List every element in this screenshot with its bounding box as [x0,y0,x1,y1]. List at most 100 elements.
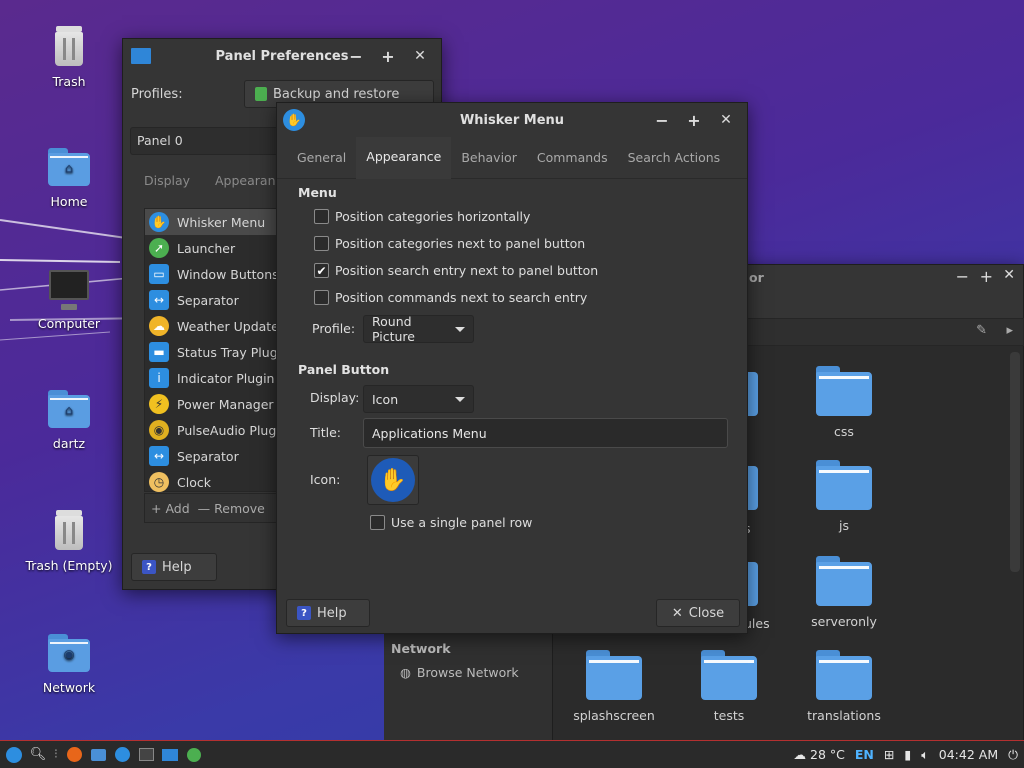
chevron-right-icon[interactable]: ▸ [1006,323,1013,338]
checkbox-checked[interactable]: ✔ [314,263,329,278]
tab-appearance[interactable]: Appearance [356,136,452,179]
tab-commands[interactable]: Commands [527,137,618,179]
tab-behavior[interactable]: Behavior [451,137,527,179]
desktop-network[interactable]: ◉ Network [9,632,129,695]
computer-icon [47,270,91,310]
checkbox-label: Position categories horizontally [335,209,531,224]
folder-icon [748,562,758,606]
desktop-trash[interactable]: Trash [9,24,129,89]
backup-icon [255,87,267,101]
display-select[interactable]: Icon [363,385,474,413]
close-button[interactable]: ✕ [1003,267,1015,283]
list-item[interactable]: ▬ Status Tray Plugin [145,339,293,365]
whisker-icon: ✋ [149,212,169,232]
maximize-button[interactable]: + [980,267,993,286]
desktop-home[interactable]: ⌂ Home [9,146,129,209]
folder-js[interactable]: js [789,460,899,533]
scrollbar[interactable] [1010,352,1020,572]
list-item[interactable]: ✋ Whisker Menu [145,209,293,235]
title-input[interactable] [363,418,728,448]
desktop-trash-empty[interactable]: Trash (Empty) [9,508,129,573]
profiles-label: Profiles: [131,87,183,102]
option-search-next-to-button[interactable]: ✔ Position search entry next to panel bu… [314,263,598,278]
folder-translations[interactable]: translations [789,650,899,723]
add-button[interactable]: + Add [151,501,190,516]
maximize-button[interactable]: + [373,43,403,69]
icon-picker-button[interactable]: ✋ [367,455,419,505]
list-item[interactable]: ◉ PulseAudio Plugin [145,417,293,443]
list-item[interactable]: ↔ Separator [145,287,293,313]
panel-app-icon [131,48,151,64]
file-manager-icon[interactable] [88,745,108,765]
edit-icon[interactable]: ✎ [976,323,987,338]
firefox-icon[interactable] [64,745,84,765]
option-categories-horizontal[interactable]: Position categories horizontally [314,209,530,224]
panel-preferences-titlebar[interactable]: Panel Preferences − + ✕ [123,39,441,73]
item-label: PulseAudio Plugin [177,422,288,438]
minimize-button[interactable]: − [341,43,371,69]
list-item[interactable]: ↔ Separator [145,443,293,469]
desktop-computer[interactable]: Computer [9,268,129,331]
panel-window-icon[interactable] [160,745,180,765]
list-item[interactable]: ▭ Window Buttons [145,261,293,287]
folder-serveronly[interactable]: serveronly [789,556,899,629]
select-value: Icon [372,391,399,407]
minimize-button[interactable]: − [956,267,969,286]
network-icon[interactable]: ⊞ [884,747,894,762]
home-folder-icon: ⌂ [48,148,90,186]
option-commands-next-to-search[interactable]: Position commands next to search entry [314,290,587,305]
checkbox[interactable] [314,209,329,224]
search-icon[interactable]: 🔍︎ [28,745,48,765]
weather-widget[interactable]: ☁ 28 °C [794,747,845,762]
checkbox[interactable] [370,515,385,530]
weather-icon: ☁ [793,747,807,762]
list-item[interactable]: i Indicator Plugin [145,365,293,391]
location-bar[interactable]: ✎ ▸ [720,318,1024,346]
folder-tests[interactable]: tests [674,650,784,723]
desktop-dartz[interactable]: ⌂ dartz [9,388,129,451]
folder-css[interactable]: css [789,366,899,439]
window-buttons-icon: ▭ [149,264,169,284]
battery-icon[interactable]: ▮ [904,747,911,762]
tab-general[interactable]: General [287,137,356,179]
chevron-down-icon [455,326,465,332]
remove-button[interactable]: — Remove [198,501,265,516]
power-icon[interactable]: ⏻ [1008,747,1018,763]
close-dialog-button[interactable]: ✕ Close [656,599,740,627]
help-button[interactable]: ? Help [286,599,370,627]
panel-button-section-heading: Panel Button [298,362,390,377]
profile-select[interactable]: Round Picture [363,314,474,344]
folder-splashscreen[interactable]: splashscreen [559,650,669,723]
option-categories-next-to-button[interactable]: Position categories next to panel button [314,236,585,251]
checkbox[interactable] [314,290,329,305]
keyboard-layout[interactable]: EN [855,747,874,762]
option-single-panel-row[interactable]: Use a single panel row [370,515,532,530]
panel-help-button[interactable]: ? Help [131,553,217,581]
list-item[interactable]: ➚ Launcher [145,235,293,261]
list-item[interactable]: ☁ Weather Update [145,313,293,339]
whisker-menu-titlebar[interactable]: ✋ Whisker Menu − + ✕ [277,103,747,137]
panel-selector[interactable]: Panel 0 [130,127,280,155]
sidebar-item-browse-network[interactable]: ◍ Browse Network [400,665,519,680]
volume-icon[interactable]: 🔈︎ [921,747,929,763]
whisker-settings-icon[interactable] [112,745,132,765]
checkbox[interactable] [314,236,329,251]
folder-icon [701,650,757,700]
list-item[interactable]: ◷ Clock [145,469,293,495]
tab-search-actions[interactable]: Search Actions [618,137,731,179]
tab-display[interactable]: Display [144,173,190,188]
icon-label: Icon: [310,472,341,487]
folder-label: css [834,424,854,439]
whisker-menu-button[interactable] [4,745,24,765]
desktop-icon-label: Trash (Empty) [25,558,113,573]
minimize-button[interactable]: − [647,107,677,133]
close-button[interactable]: ✕ [711,107,741,133]
checkbox-label: Position commands next to search entry [335,290,588,305]
list-item[interactable]: ⚡ Power Manager P [145,391,293,417]
close-button[interactable]: ✕ [405,43,435,69]
launcher-task-icon[interactable] [184,745,204,765]
item-label: Whisker Menu [177,214,266,230]
maximize-button[interactable]: + [679,107,709,133]
terminal-icon[interactable] [136,745,156,765]
clock[interactable]: 04:42 AM [939,747,998,762]
